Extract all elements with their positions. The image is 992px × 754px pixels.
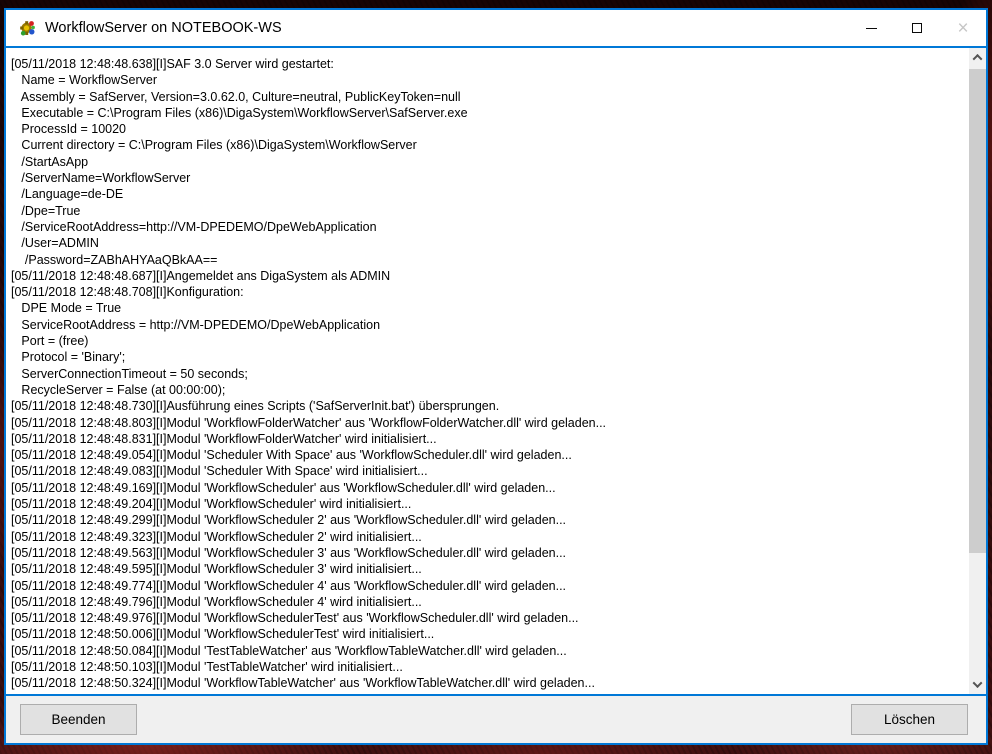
close-button[interactable]: × [940, 10, 986, 46]
caption-buttons: × [848, 10, 986, 46]
scrollbar-thumb[interactable] [969, 69, 986, 553]
scroll-down-button[interactable] [969, 676, 986, 693]
minimize-button[interactable] [848, 10, 894, 46]
maximize-icon [912, 23, 922, 33]
chevron-down-icon [973, 678, 983, 688]
bottom-button-panel: Beenden Löschen [6, 696, 986, 743]
app-icon [19, 20, 36, 37]
titlebar[interactable]: WorkflowServer on NOTEBOOK-WS × [6, 10, 986, 46]
loeschen-button[interactable]: Löschen [851, 704, 968, 735]
desktop-background: WorkflowServer on NOTEBOOK-WS × [05/11/2… [0, 0, 992, 754]
close-icon: × [957, 19, 968, 38]
vertical-scrollbar[interactable] [969, 48, 986, 694]
beenden-button[interactable]: Beenden [20, 704, 137, 735]
chevron-up-icon [973, 54, 983, 64]
minimize-icon [866, 28, 877, 29]
window-title: WorkflowServer on NOTEBOOK-WS [45, 20, 282, 36]
log-panel: [05/11/2018 12:48:48.638][I]SAF 3.0 Serv… [6, 46, 986, 696]
scroll-up-button[interactable] [969, 49, 986, 66]
app-window: WorkflowServer on NOTEBOOK-WS × [05/11/2… [4, 8, 988, 745]
maximize-button[interactable] [894, 10, 940, 46]
log-textbox[interactable]: [05/11/2018 12:48:48.638][I]SAF 3.0 Serv… [6, 48, 969, 694]
